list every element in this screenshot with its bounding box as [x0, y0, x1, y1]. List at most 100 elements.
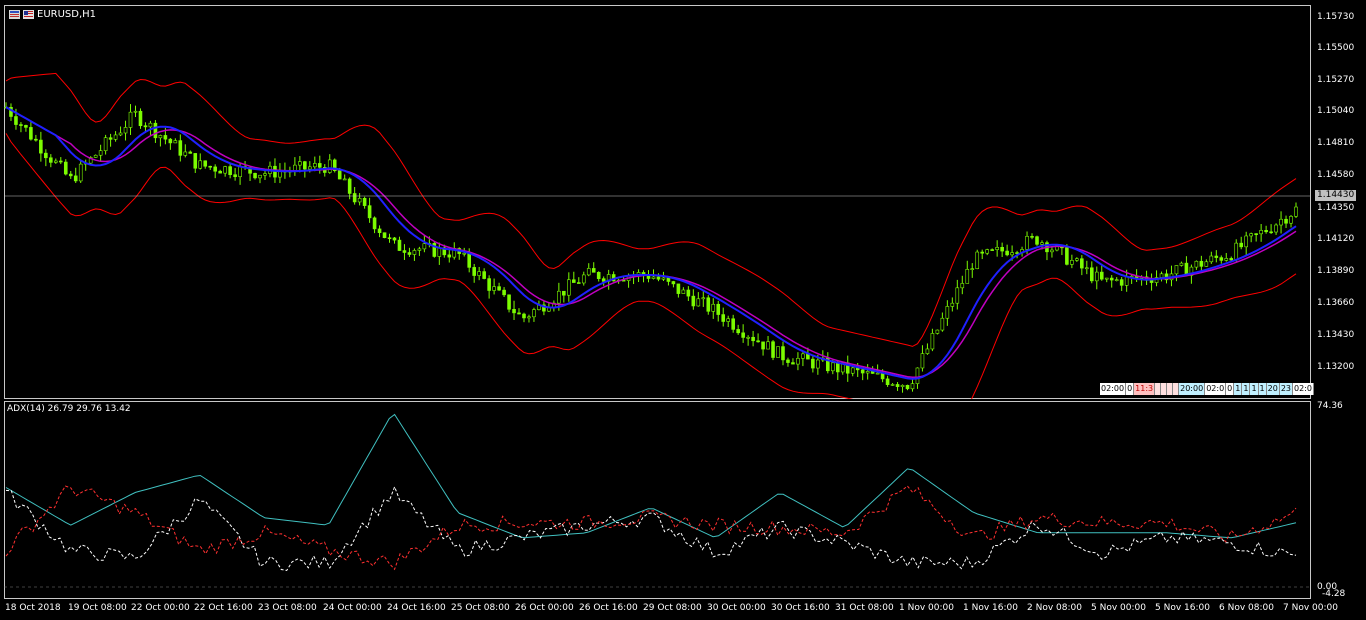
candle: [816, 359, 820, 369]
candle: [412, 250, 417, 255]
candle: [63, 161, 68, 175]
moving-average-slow: [5, 106, 1297, 379]
candle: [910, 383, 915, 390]
candle: [850, 367, 855, 374]
candle: [557, 290, 561, 304]
price-axis-label: 1.14580: [1317, 170, 1355, 180]
chart-window[interactable]: EURUSD,H1 1.15730 1.15500 1.15270 1.1504…: [0, 0, 1366, 620]
time-axis-label: 22 Oct 00:00: [131, 603, 190, 613]
candle: [950, 302, 955, 307]
candle: [721, 314, 726, 322]
candle: [726, 318, 731, 322]
candle: [1219, 257, 1224, 261]
candle: [93, 154, 98, 158]
candle: [68, 173, 73, 177]
candle: [402, 250, 407, 253]
price-axis-label: 1.13890: [1317, 266, 1355, 276]
candle: [601, 278, 606, 282]
candle: [218, 170, 222, 174]
candle: [392, 237, 397, 241]
candle: [522, 313, 526, 319]
candle: [78, 163, 83, 182]
chart-menu-icon[interactable]: [9, 10, 20, 19]
candle: [581, 274, 586, 284]
candle: [1234, 242, 1239, 261]
candle: [148, 122, 153, 128]
candle: [397, 239, 402, 251]
candle: [786, 359, 790, 363]
candle: [1010, 252, 1014, 256]
bar-info-cell: 20:00: [1179, 383, 1206, 395]
candle: [1075, 258, 1079, 261]
time-axis-label: 26 Oct 00:00: [515, 603, 574, 613]
candle: [696, 298, 701, 307]
candle: [168, 138, 173, 144]
candle: [193, 153, 198, 169]
candle: [73, 175, 78, 182]
time-axis-label: 24 Oct 16:00: [387, 603, 446, 613]
bar-info-cell: 23: [1279, 383, 1293, 395]
candle: [317, 163, 322, 168]
candle: [801, 353, 805, 359]
candle: [1149, 280, 1154, 283]
candle: [905, 384, 910, 390]
candle: [960, 283, 965, 289]
candle: [1279, 218, 1283, 226]
candle: [975, 251, 980, 269]
candle: [233, 174, 237, 178]
candle: [1025, 236, 1029, 250]
candle: [347, 178, 352, 194]
candle: [1254, 233, 1258, 235]
candle: [980, 251, 985, 254]
candle: [1264, 230, 1268, 233]
time-axis-label: 25 Oct 08:00: [451, 603, 510, 613]
candle: [337, 170, 342, 180]
candle: [362, 198, 367, 206]
candle: [512, 308, 516, 314]
candle: [1109, 277, 1114, 281]
candle: [711, 303, 716, 312]
flag-icon[interactable]: [23, 10, 34, 19]
candle: [865, 371, 870, 374]
candle: [422, 243, 427, 250]
candle: [591, 268, 596, 273]
candle: [497, 286, 501, 291]
candle: [14, 116, 18, 125]
candle: [49, 157, 53, 163]
candle: [158, 135, 163, 139]
candle: [527, 316, 531, 319]
price-axis-label: 1.14350: [1317, 203, 1355, 213]
price-chart-canvas[interactable]: [4, 5, 1311, 399]
candle: [29, 127, 33, 140]
candle: [995, 247, 999, 250]
candle: [1005, 250, 1009, 256]
candle: [985, 249, 989, 254]
price-axis-label: 1.13200: [1317, 362, 1355, 372]
candle: [1199, 260, 1204, 267]
candle: [1274, 224, 1278, 233]
candle: [1114, 279, 1119, 281]
adx-scale-min: -4.28: [1322, 589, 1346, 599]
candle: [781, 346, 785, 361]
candle: [686, 289, 691, 297]
time-axis-label: 5 Nov 16:00: [1155, 603, 1210, 613]
price-axis-label: 1.15040: [1317, 106, 1355, 116]
candle: [930, 333, 935, 350]
candle: [915, 367, 920, 384]
candle: [477, 271, 481, 276]
candle: [656, 276, 661, 280]
adx-indicator-canvas[interactable]: [4, 401, 1311, 599]
candle: [253, 172, 257, 179]
candle: [965, 269, 970, 284]
candle: [352, 193, 357, 203]
candle: [407, 252, 412, 255]
candle: [367, 205, 372, 219]
candle: [313, 163, 317, 168]
candle: [417, 248, 422, 251]
candle: [761, 341, 765, 350]
candle: [103, 137, 108, 152]
candle: [651, 276, 656, 279]
time-axis-label: 26 Oct 16:00: [579, 603, 638, 613]
bar-info-cell: 02:00: [1100, 383, 1127, 395]
candle: [576, 282, 581, 284]
